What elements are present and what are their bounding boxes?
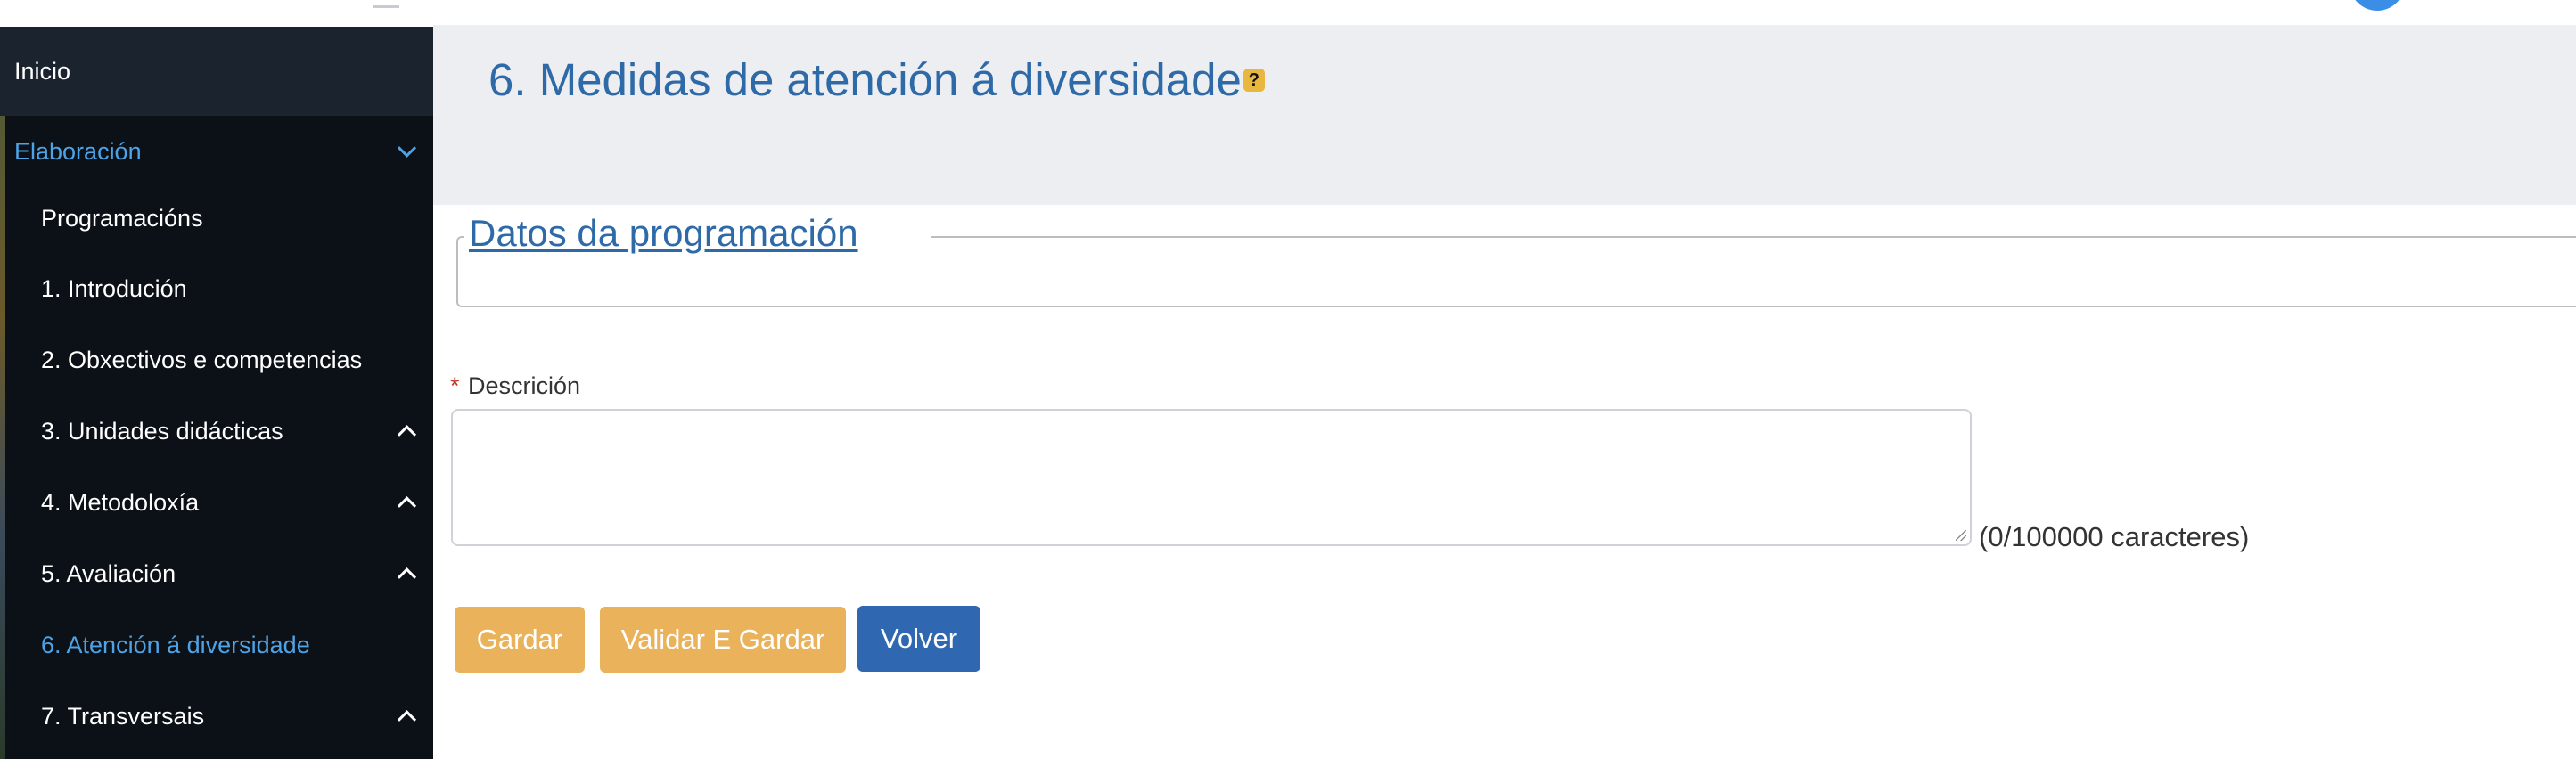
sidebar-item-label: Inicio <box>14 57 71 85</box>
required-mark: * <box>450 372 460 399</box>
description-textarea[interactable] <box>451 409 1972 546</box>
chevron-down-icon <box>397 138 417 158</box>
chevron-up-icon <box>397 425 417 445</box>
help-icon[interactable]: ? <box>1243 68 1265 92</box>
sidebar-item-avaliacion[interactable]: 5. Avaliación <box>0 538 433 609</box>
sidebar-item-diversidade[interactable]: 6. Atención á diversidade <box>0 609 433 681</box>
sidebar-item-label: 4. Metodoloxía <box>41 488 200 516</box>
sidebar-item-introducion[interactable]: 1. Introdución <box>0 253 433 324</box>
sidebar-item-label: 1. Introdución <box>41 274 187 302</box>
resize-grip-icon[interactable] <box>1956 530 1966 541</box>
description-label: Descrición <box>468 372 581 399</box>
page-title-text: 6. Medidas de atención á diversidade <box>488 54 1242 105</box>
fieldset-legend-link[interactable]: Datos da programación <box>469 212 858 255</box>
sidebar-item-elaboracion[interactable]: Elaboración <box>0 116 433 187</box>
sidebar-item-unidades[interactable]: 3. Unidades didácticas <box>0 396 433 467</box>
save-button[interactable]: Gardar <box>455 607 585 673</box>
sidebar-item-obxectivos[interactable]: 2. Obxectivos e competencias <box>0 324 433 396</box>
sidebar-item-label: 2. Obxectivos e competencias <box>41 346 363 373</box>
sidebar-item-label: Programacións <box>41 204 203 232</box>
validate-save-button[interactable]: Validar E Gardar <box>600 607 846 673</box>
sidebar-item-metodoloxia[interactable]: 4. Metodoloxía <box>0 467 433 538</box>
sidebar-item-label: Elaboración <box>14 137 142 165</box>
sidebar-item-transversais[interactable]: 7. Transversais <box>0 681 433 752</box>
sidebar-item-programacions[interactable]: Programacións <box>0 187 433 249</box>
sidebar-item-label: 7. Transversais <box>41 702 205 730</box>
sidebar-item-inicio[interactable]: Inicio <box>0 27 433 116</box>
user-avatar-icon[interactable] <box>2350 0 2405 11</box>
menu-toggle-icon[interactable] <box>373 0 399 8</box>
sidebar-header <box>0 0 433 27</box>
back-button[interactable]: Volver <box>857 606 980 672</box>
chevron-up-icon <box>397 710 417 730</box>
page-title: 6. Medidas de atención á diversidade? <box>488 53 1265 106</box>
top-bar <box>433 0 2576 25</box>
sidebar-item-label: 5. Avaliación <box>41 559 176 587</box>
sidebar-item-label: 6. Atención á diversidade <box>41 631 310 658</box>
page-header <box>433 25 2576 205</box>
char-counter: (0/100000 caracteres) <box>1979 521 2250 552</box>
chevron-up-icon <box>397 567 417 587</box>
chevron-up-icon <box>397 496 417 516</box>
sidebar-item-label: 3. Unidades didácticas <box>41 417 283 445</box>
sidebar: Inicio Elaboración Programacións 1. Intr… <box>0 0 433 759</box>
